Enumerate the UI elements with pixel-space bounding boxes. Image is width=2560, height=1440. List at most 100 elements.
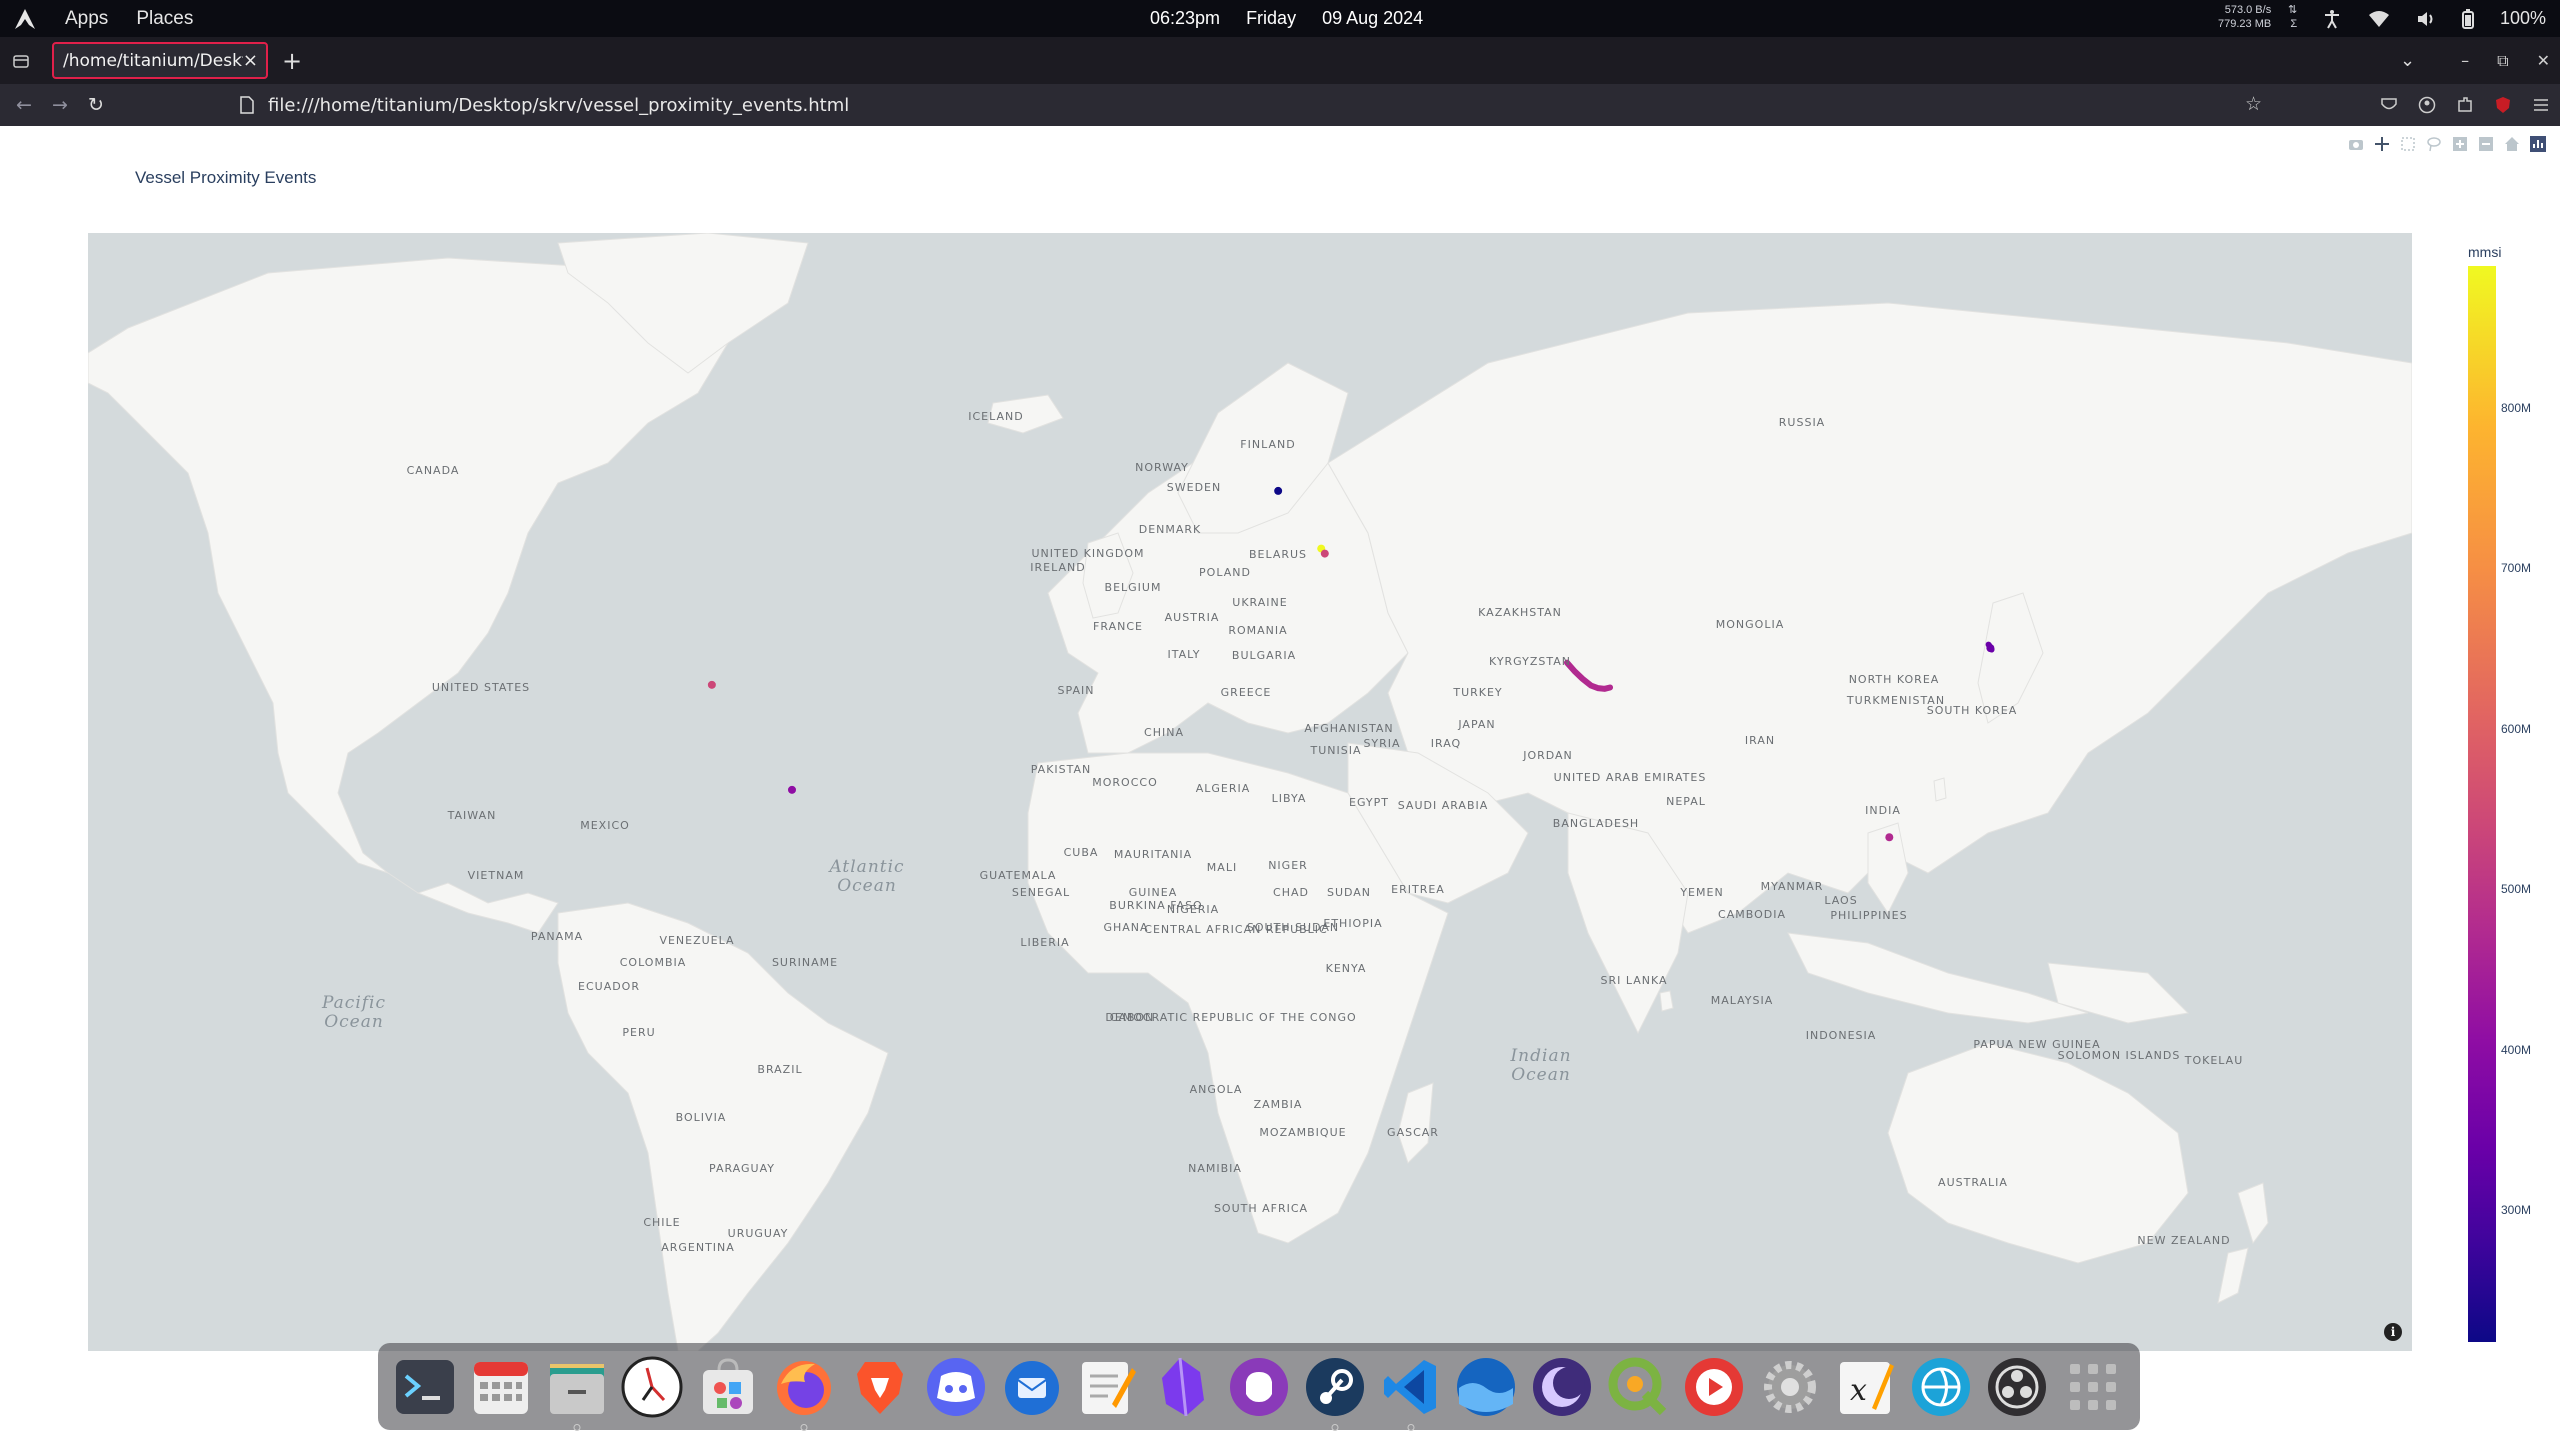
apps-menu[interactable]: Apps <box>65 8 108 30</box>
dock-github-desktop[interactable] <box>1226 1354 1292 1420</box>
vessel-event-marker[interactable] <box>707 680 716 689</box>
dock-app-grid[interactable] <box>2060 1354 2126 1420</box>
dock-thunderbird[interactable] <box>999 1354 1065 1420</box>
dock-clock[interactable] <box>619 1354 685 1420</box>
dock-firefox[interactable] <box>771 1354 837 1431</box>
back-icon[interactable]: ← <box>6 94 42 116</box>
app-grid-icon <box>2069 1363 2116 1410</box>
extensions-icon[interactable] <box>2456 96 2474 114</box>
map-country-label: SOUTH KOREA <box>1926 704 2018 717</box>
forward-icon[interactable]: → <box>42 94 78 116</box>
dock-network[interactable] <box>1908 1354 1974 1420</box>
hamburger-menu-icon[interactable] <box>2532 96 2550 114</box>
new-tab-button[interactable]: + <box>282 47 302 75</box>
map-country-label: SWEDEN <box>1166 481 1222 494</box>
vessel-event-marker[interactable] <box>1885 833 1894 842</box>
volume-icon[interactable] <box>2416 10 2436 28</box>
dock-media-player[interactable] <box>1681 1354 1747 1420</box>
dock-discord[interactable] <box>923 1354 989 1420</box>
map-country-label: PAKISTAN <box>1030 763 1092 776</box>
plotly-logo-icon[interactable] <box>2530 136 2546 152</box>
dock-qgis[interactable] <box>1605 1354 1671 1420</box>
map-country-label: MEXICO <box>580 819 630 832</box>
map-ocean-label: Indian Ocean <box>1510 1046 1572 1085</box>
dock-brave[interactable] <box>847 1354 913 1420</box>
vessel-event-marker[interactable] <box>1274 486 1283 495</box>
dock-xournal[interactable]: x <box>1832 1354 1898 1420</box>
play-icon <box>1684 1357 1743 1416</box>
dock-waves[interactable] <box>1453 1354 1519 1420</box>
colorbar-tick: 600M <box>2501 722 2532 736</box>
vessel-event-marker[interactable] <box>787 785 796 794</box>
close-tab-icon[interactable]: × <box>243 50 258 71</box>
box-select-icon[interactable] <box>2400 136 2416 152</box>
pan-icon[interactable] <box>2374 136 2390 152</box>
land-australia <box>1887 1042 2189 1264</box>
wifi-icon[interactable] <box>2368 10 2390 28</box>
xournal-icon: x <box>1840 1361 1895 1414</box>
waves-icon <box>1457 1357 1516 1416</box>
account-icon[interactable] <box>2418 96 2436 114</box>
zoom-in-icon[interactable] <box>2452 136 2468 152</box>
dock-settings[interactable] <box>1757 1354 1823 1420</box>
reload-icon[interactable]: ↻ <box>78 94 114 116</box>
map-country-label: BRAZIL <box>757 1063 803 1076</box>
map-country-label: UNITED STATES <box>431 681 531 694</box>
dock-files[interactable] <box>544 1354 610 1431</box>
battery-icon[interactable] <box>2461 8 2474 29</box>
map-country-label: MAURITANIA <box>1113 848 1193 861</box>
map-country-label: PARAGUAY <box>709 1162 775 1175</box>
zoom-out-icon[interactable] <box>2478 136 2494 152</box>
map-country-label: ERITREA <box>1391 883 1445 896</box>
map-country-label: ROMANIA <box>1228 624 1288 637</box>
github-icon <box>1229 1357 1288 1416</box>
world-map[interactable]: RUSSIA CANADA ICELAND FINLAND NORWAY SWEDEN UN… <box>88 233 2412 1351</box>
map-country-label: MOROCCO <box>1092 776 1158 789</box>
dock-text-editor[interactable] <box>1074 1354 1140 1420</box>
accessibility-icon[interactable] <box>2322 9 2342 29</box>
pocket-icon[interactable] <box>2380 96 2398 114</box>
net-updown-icon: ⇅ <box>2288 4 2298 16</box>
ublock-icon[interactable] <box>2494 96 2512 114</box>
dock-obs[interactable] <box>1984 1354 2050 1420</box>
map-country-label: INDONESIA <box>1805 1029 1877 1042</box>
lasso-select-icon[interactable] <box>2426 136 2442 152</box>
map-country-label: IRELAND <box>1030 561 1086 574</box>
close-window-icon[interactable]: ✕ <box>2537 51 2550 70</box>
dock-software-store[interactable] <box>695 1354 761 1420</box>
page-content: Vessel Proximity Events RUSSIA CANADA IC… <box>0 126 2560 1440</box>
clock-time: 06:23pm <box>1150 8 1221 28</box>
dock-calendar[interactable] <box>468 1354 534 1420</box>
tab-overview-icon[interactable] <box>12 52 30 70</box>
map-attribution-info-button[interactable]: i <box>2384 1323 2402 1341</box>
camera-icon[interactable] <box>2348 136 2364 152</box>
dock-steam[interactable] <box>1302 1354 1368 1431</box>
moon-icon <box>1533 1357 1592 1416</box>
map-country-label: ECUADOR <box>578 980 640 993</box>
map-country-label: LAOS <box>1824 894 1858 907</box>
map-country-label: KAZAKHSTAN <box>1478 606 1562 619</box>
map-country-label: PANAMA <box>530 930 584 943</box>
reset-view-icon[interactable] <box>2504 136 2520 152</box>
dock: x <box>378 1343 2140 1431</box>
places-menu[interactable]: Places <box>136 8 193 30</box>
vessel-event-marker[interactable] <box>1320 549 1329 558</box>
arch-logo-icon[interactable] <box>13 7 37 31</box>
steam-icon <box>1305 1357 1364 1416</box>
dock-vscode[interactable] <box>1378 1354 1444 1431</box>
bookmark-star-icon[interactable]: ☆ <box>2245 93 2262 115</box>
map-country-label: KYRGYZSTAN <box>1488 655 1572 668</box>
minimize-window-icon[interactable]: – <box>2461 51 2469 70</box>
dock-terminal[interactable] <box>392 1354 458 1420</box>
map-country-label: DEMOCRATIC REPUBLIC OF THE CONGO <box>1105 1011 1357 1024</box>
url-bar[interactable]: file:///home/titanium/Desktop/skrv/vesse… <box>232 88 2262 122</box>
vessel-event-marker[interactable] <box>1986 644 1995 653</box>
tab-title: /home/titanium/Desktop/skrv/vessel_proxi… <box>63 50 243 71</box>
list-all-tabs-icon[interactable]: ⌄ <box>2400 50 2415 71</box>
dock-moon[interactable] <box>1529 1354 1595 1420</box>
map-country-label: SOLOMON ISLANDS <box>2057 1049 2181 1062</box>
tab-active[interactable]: /home/titanium/Desktop/skrv/vessel_proxi… <box>52 42 268 79</box>
clock[interactable]: 06:23pm Friday 09 Aug 2024 <box>1150 0 1423 37</box>
dock-obsidian[interactable] <box>1150 1354 1216 1420</box>
maximize-window-icon[interactable]: ⧉ <box>2497 51 2508 71</box>
